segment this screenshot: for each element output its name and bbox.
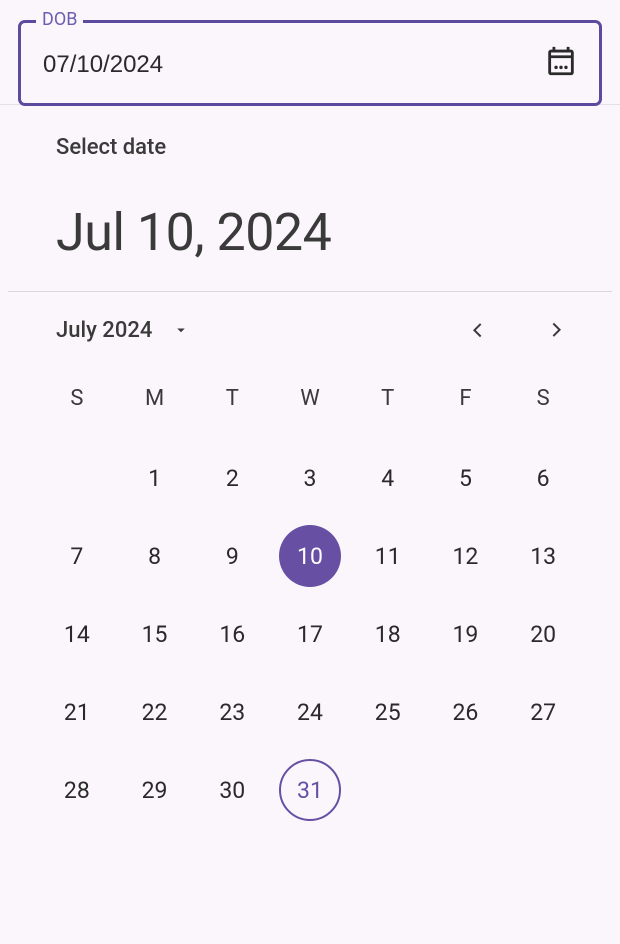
select-date-label: Select date	[56, 135, 612, 160]
day-button[interactable]: 23	[201, 681, 263, 743]
day-cell: 4	[349, 447, 427, 509]
day-cell: 19	[427, 603, 505, 665]
day-button[interactable]: 4	[357, 447, 419, 509]
day-cell: 16	[193, 603, 271, 665]
day-header: T	[349, 376, 427, 431]
day-header: S	[38, 376, 116, 431]
day-cell: 7	[38, 525, 116, 587]
day-button[interactable]: 14	[46, 603, 108, 665]
chevron-down-icon	[172, 321, 190, 339]
date-display: Jul 10, 2024	[56, 202, 612, 263]
day-header: T	[193, 376, 271, 431]
day-cell: 10	[271, 525, 349, 587]
day-button[interactable]: 13	[512, 525, 574, 587]
day-button[interactable]: 19	[434, 603, 496, 665]
day-cell: 27	[504, 681, 582, 743]
day-cell: 21	[38, 681, 116, 743]
next-month-button[interactable]	[540, 314, 572, 346]
day-button[interactable]: 27	[512, 681, 574, 743]
month-nav-arrows	[462, 314, 572, 346]
month-selector[interactable]: July 2024	[56, 318, 190, 343]
day-button[interactable]: 3	[279, 447, 341, 509]
day-button[interactable]: 22	[124, 681, 186, 743]
date-picker: Select date Jul 10, 2024 July 2024	[0, 105, 620, 821]
day-cell: 29	[116, 759, 194, 821]
day-button[interactable]: 21	[46, 681, 108, 743]
day-cell: 26	[427, 681, 505, 743]
calendar-grid: SMTWTFS123456789101112131415161718192021…	[8, 376, 612, 821]
dob-label: DOB	[36, 9, 83, 30]
day-cell: 1	[116, 447, 194, 509]
day-cell: 15	[116, 603, 194, 665]
day-button[interactable]: 12	[434, 525, 496, 587]
day-button[interactable]: 8	[124, 525, 186, 587]
day-button[interactable]: 30	[201, 759, 263, 821]
day-button[interactable]: 26	[434, 681, 496, 743]
day-button[interactable]: 9	[201, 525, 263, 587]
day-button[interactable]: 1	[124, 447, 186, 509]
day-cell: 31	[271, 759, 349, 821]
month-navigation: July 2024	[8, 314, 612, 346]
prev-month-button[interactable]	[462, 314, 494, 346]
day-cell: 17	[271, 603, 349, 665]
day-button[interactable]: 17	[279, 603, 341, 665]
day-header: W	[271, 376, 349, 431]
day-button[interactable]: 29	[124, 759, 186, 821]
dob-input-container: DOB	[18, 20, 602, 106]
day-cell: 14	[38, 603, 116, 665]
day-button[interactable]: 11	[357, 525, 419, 587]
month-label: July 2024	[56, 318, 152, 343]
day-cell: 9	[193, 525, 271, 587]
day-button[interactable]: 28	[46, 759, 108, 821]
empty-cell	[38, 447, 116, 509]
day-header: M	[116, 376, 194, 431]
day-cell: 18	[349, 603, 427, 665]
day-button[interactable]: 5	[434, 447, 496, 509]
day-cell: 5	[427, 447, 505, 509]
day-button[interactable]: 20	[512, 603, 574, 665]
day-cell: 2	[193, 447, 271, 509]
day-button[interactable]: 16	[201, 603, 263, 665]
picker-divider	[8, 291, 612, 292]
day-button[interactable]: 24	[279, 681, 341, 743]
day-cell: 28	[38, 759, 116, 821]
day-cell: 23	[193, 681, 271, 743]
day-cell: 8	[116, 525, 194, 587]
day-cell: 30	[193, 759, 271, 821]
day-button[interactable]: 2	[201, 447, 263, 509]
dob-input[interactable]	[18, 20, 602, 106]
day-cell: 12	[427, 525, 505, 587]
day-cell: 24	[271, 681, 349, 743]
day-button[interactable]: 15	[124, 603, 186, 665]
day-button[interactable]: 18	[357, 603, 419, 665]
day-button[interactable]: 7	[46, 525, 108, 587]
day-cell: 11	[349, 525, 427, 587]
day-cell: 3	[271, 447, 349, 509]
day-header: S	[504, 376, 582, 431]
day-cell: 6	[504, 447, 582, 509]
day-button[interactable]: 10	[279, 525, 341, 587]
day-button[interactable]: 31	[279, 759, 341, 821]
day-button[interactable]: 6	[512, 447, 574, 509]
day-cell: 22	[116, 681, 194, 743]
day-cell: 13	[504, 525, 582, 587]
day-button[interactable]: 25	[357, 681, 419, 743]
calendar-icon[interactable]	[544, 44, 578, 82]
day-cell: 20	[504, 603, 582, 665]
day-header: F	[427, 376, 505, 431]
day-cell: 25	[349, 681, 427, 743]
